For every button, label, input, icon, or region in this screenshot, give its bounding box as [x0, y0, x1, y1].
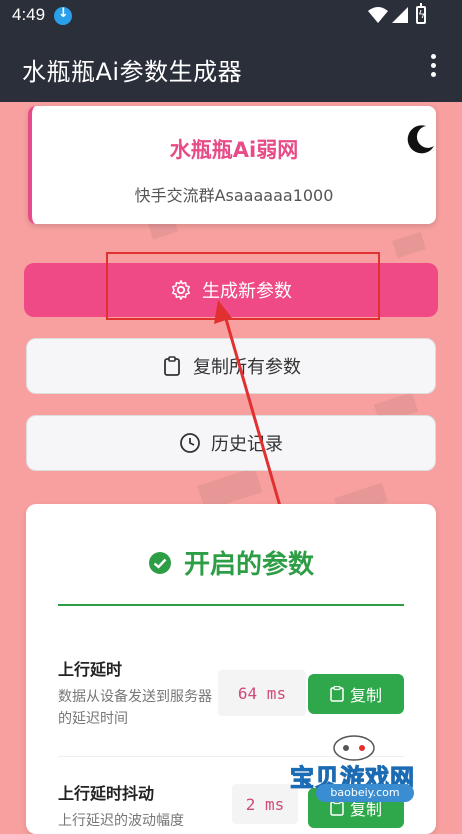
highlight-box [106, 252, 380, 320]
params-title-text: 开启的参数 [183, 550, 314, 580]
status-time: 4:49 [12, 5, 46, 24]
signal-icon [392, 7, 408, 23]
clipboard-icon [164, 356, 180, 376]
battery-icon [416, 3, 426, 24]
more-menu-icon[interactable] [428, 54, 438, 78]
app-bar: 水瓶瓶Ai参数生成器 [0, 30, 462, 102]
params-title: 开启的参数 [26, 544, 436, 581]
copy-param-label: 复制 [349, 686, 382, 705]
header-title: 水瓶瓶Ai弱网 [169, 138, 299, 162]
app-title: 水瓶瓶Ai参数生成器 [22, 58, 243, 86]
clock-icon [180, 433, 200, 453]
header-subtitle: 快手交流群Asaaaaaa1000 [134, 186, 334, 205]
wifi-icon [368, 7, 388, 23]
background-decoration [391, 231, 427, 259]
moon-icon[interactable] [404, 122, 438, 156]
param-name: 上行延时 [58, 660, 123, 679]
params-divider [58, 604, 404, 606]
copy-param-button[interactable]: 复制 [308, 674, 404, 714]
param-desc: 数据从设备发送到服务器的延迟时间 [58, 689, 212, 727]
param-name: 上行延时抖动 [58, 784, 155, 803]
param-value: 64 ms [218, 670, 306, 716]
copy-all-button[interactable]: 复制所有参数 [26, 338, 436, 394]
history-label: 历史记录 [211, 434, 283, 455]
check-circle-icon [148, 551, 171, 574]
param-desc: 上行延迟的波动幅度 [58, 813, 184, 829]
watermark-url: baobeiy.com [316, 784, 414, 802]
download-icon [54, 6, 72, 25]
history-button[interactable]: 历史记录 [26, 415, 436, 471]
copy-all-label: 复制所有参数 [193, 357, 301, 378]
header-card: 水瓶瓶Ai弱网 快手交流群Asaaaaaa1000 [28, 106, 436, 224]
clipboard-icon [330, 686, 344, 702]
status-bar: 4:49 [0, 0, 462, 30]
